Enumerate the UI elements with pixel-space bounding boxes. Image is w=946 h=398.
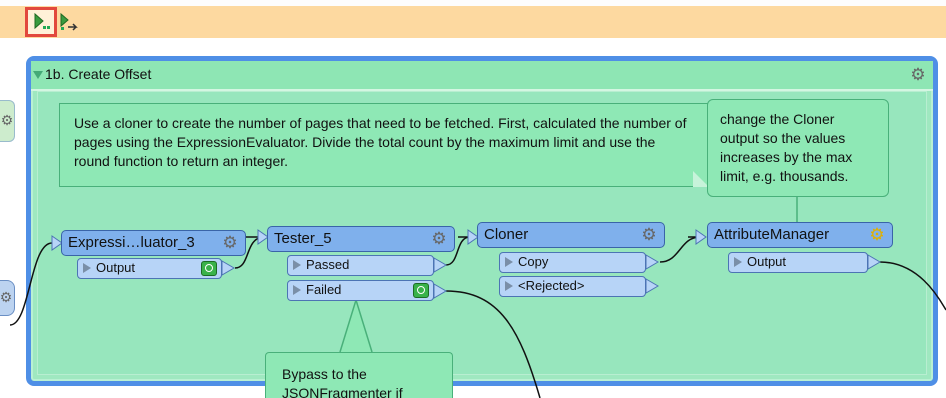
annotation-bypass-text: Bypass to the JSONFragmenter if [282, 366, 403, 398]
toolbar [0, 6, 946, 38]
expand-triangle-icon [293, 285, 301, 295]
annotation-bypass[interactable]: Bypass to the JSONFragmenter if [265, 352, 453, 398]
port-attr-output[interactable]: Output [728, 252, 868, 273]
port-label: Output [747, 254, 787, 269]
port-label: Copy [518, 254, 549, 269]
annotation-cloner-text: change the Cloner output so the values i… [720, 111, 853, 184]
run-to-this-icon [34, 12, 50, 30]
transformer-cloner-label: Cloner [484, 226, 529, 243]
annotation-main[interactable]: Use a cloner to create the number of pag… [59, 103, 709, 187]
expand-triangle-icon [734, 257, 742, 267]
gear-icon[interactable]: ⚙ [221, 234, 239, 252]
bookmark-gear-icon[interactable]: ⚙ [909, 66, 927, 84]
transformer-tester-label: Tester_5 [274, 230, 332, 247]
transformer-attributemanager[interactable]: AttributeManager ⚙ [707, 222, 893, 248]
expand-triangle-icon [505, 257, 513, 267]
port-expr-output[interactable]: Output [77, 258, 222, 279]
offscreen-bookmark-edge: ⚙ [0, 100, 15, 142]
inspect-icon[interactable] [201, 261, 217, 276]
run-from-this-button[interactable] [56, 10, 82, 34]
expand-triangle-icon [293, 260, 301, 270]
port-label: Failed [306, 282, 342, 297]
bookmark-header[interactable]: 1b. Create Offset ⚙ [31, 61, 933, 91]
transformer-expr-label: Expressi…luator_3 [68, 234, 195, 251]
port-cloner-rejected[interactable]: <Rejected> [499, 276, 646, 297]
gear-icon[interactable]: ⚙ [868, 226, 886, 244]
transformer-attr-label: AttributeManager [714, 226, 830, 243]
gear-icon[interactable]: ⚙ [430, 230, 448, 248]
expand-triangle-icon [83, 263, 91, 273]
inspect-icon[interactable] [413, 283, 429, 298]
annotation-cloner[interactable]: change the Cloner output so the values i… [707, 99, 889, 197]
transformer-expressionevaluator[interactable]: Expressi…luator_3 ⚙ [61, 230, 246, 256]
port-label: Passed [306, 257, 350, 272]
gear-icon[interactable]: ⚙ [640, 226, 658, 244]
transformer-tester[interactable]: Tester_5 ⚙ [267, 226, 455, 252]
port-label: Output [96, 260, 136, 275]
expand-triangle-icon [505, 281, 513, 291]
collapse-triangle-icon[interactable] [33, 71, 43, 79]
transformer-cloner[interactable]: Cloner ⚙ [477, 222, 665, 248]
gear-icon: ⚙ [0, 289, 13, 305]
port-cloner-copy[interactable]: Copy [499, 252, 646, 273]
port-label: <Rejected> [518, 278, 585, 293]
bookmark-title: 1b. Create Offset [45, 66, 152, 82]
offscreen-transformer-edge: ⚙ [0, 280, 15, 316]
port-tester-passed[interactable]: Passed [287, 255, 434, 276]
run-from-this-icon [60, 12, 78, 31]
annotation-main-text: Use a cloner to create the number of pag… [74, 115, 687, 169]
run-to-this-button[interactable] [25, 7, 57, 37]
gear-icon: ⚙ [0, 112, 14, 128]
port-tester-failed[interactable]: Failed [287, 280, 434, 301]
